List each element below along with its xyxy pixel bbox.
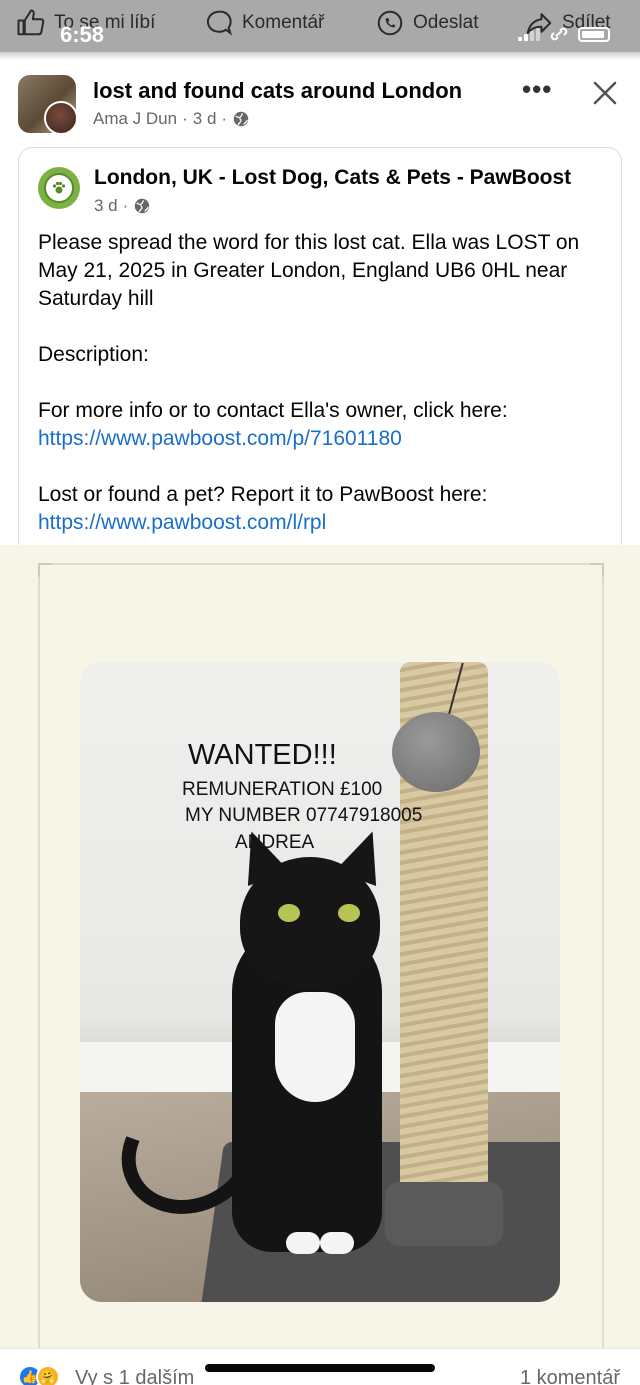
send-label: Odeslat [413,12,479,33]
meta-separator: · [182,109,188,128]
cat-photo: WANTED!!! REMUNERATION £100 MY NUMBER 07… [80,662,560,1302]
cat-chest [275,992,355,1102]
link-icon [550,27,568,41]
author-name[interactable]: Ama J Dun [93,109,177,129]
frame-corner [590,563,604,577]
battery-icon [578,26,610,42]
reaction-icons[interactable]: 👍 🤗 [18,1365,60,1385]
globe-icon [233,111,249,127]
frame-corner [38,563,52,577]
poster-title: WANTED!!! [188,739,337,771]
cat-paw [286,1232,320,1254]
home-indicator[interactable] [205,1364,435,1372]
more-options-icon[interactable]: ••• [522,76,552,102]
poster-text: WANTED!!! REMUNERATION £100 MY NUMBER 07… [80,662,560,862]
thumbs-up-icon [17,9,45,36]
meta-separator: · [122,196,129,215]
scratching-post-base [385,1182,503,1246]
post-meta: Ama J Dun · 3 d · [93,109,250,129]
reactions-summary[interactable]: Vy s 1 dalším [75,1367,194,1385]
close-icon[interactable] [590,78,620,108]
send-action[interactable]: Odeslat [375,8,478,38]
comment-count[interactable]: 1 komentář [520,1367,620,1385]
status-time: 6:58 [60,22,105,47]
post-paragraph: Lost or found a pet? Report it to PawBoo… [38,483,488,506]
shared-meta: 3 d · [94,196,151,216]
paw-icon [44,173,74,203]
post-image[interactable]: WANTED!!! REMUNERATION £100 MY NUMBER 07… [0,545,640,1363]
post-age[interactable]: 3 d [193,109,217,129]
status-icons [518,26,610,42]
owner-contact-link[interactable]: https://www.pawboost.com/p/71601180 [38,425,608,453]
comment-label: Komentář [242,12,325,33]
comment-icon [206,10,233,36]
shared-age[interactable]: 3 d [94,196,118,216]
report-pet-link[interactable]: https://www.pawboost.com/l/rpl [38,509,608,537]
post-header: lost and found cats around London Ama J … [0,60,640,140]
post-paragraph: Please spread the word for this lost cat… [38,231,580,310]
cat-paw [320,1232,354,1254]
action-bar: To se mi líbí Komentář Odeslat Sdílet 6:… [0,0,640,52]
post-body: Please spread the word for this lost cat… [38,229,608,537]
cat-eye [278,904,300,922]
meta-separator: · [221,109,228,128]
divider [0,52,640,60]
globe-icon [135,198,150,214]
cat-eye [338,904,360,922]
shared-post-card[interactable]: London, UK - Lost Dog, Cats & Pets - Paw… [18,147,622,567]
post-paragraph: For more info or to contact Ella's owner… [38,399,508,422]
comment-action[interactable]: Komentář [204,8,324,38]
author-avatar[interactable] [44,101,76,133]
shared-page-name[interactable]: London, UK - Lost Dog, Cats & Pets - Paw… [94,166,609,190]
group-avatar[interactable] [18,75,76,133]
pawboost-avatar[interactable] [38,167,80,209]
poster-name: ANDREA [235,832,315,853]
poster-phone: MY NUMBER 07747918005 [185,805,423,826]
group-name[interactable]: lost and found cats around London [93,78,462,104]
care-reaction-icon: 🤗 [36,1365,60,1385]
post-paragraph: Description: [38,343,149,366]
cat-head [240,857,380,987]
whatsapp-icon [377,10,403,36]
poster-reward: REMUNERATION £100 [182,779,383,800]
signal-icon [518,27,540,41]
